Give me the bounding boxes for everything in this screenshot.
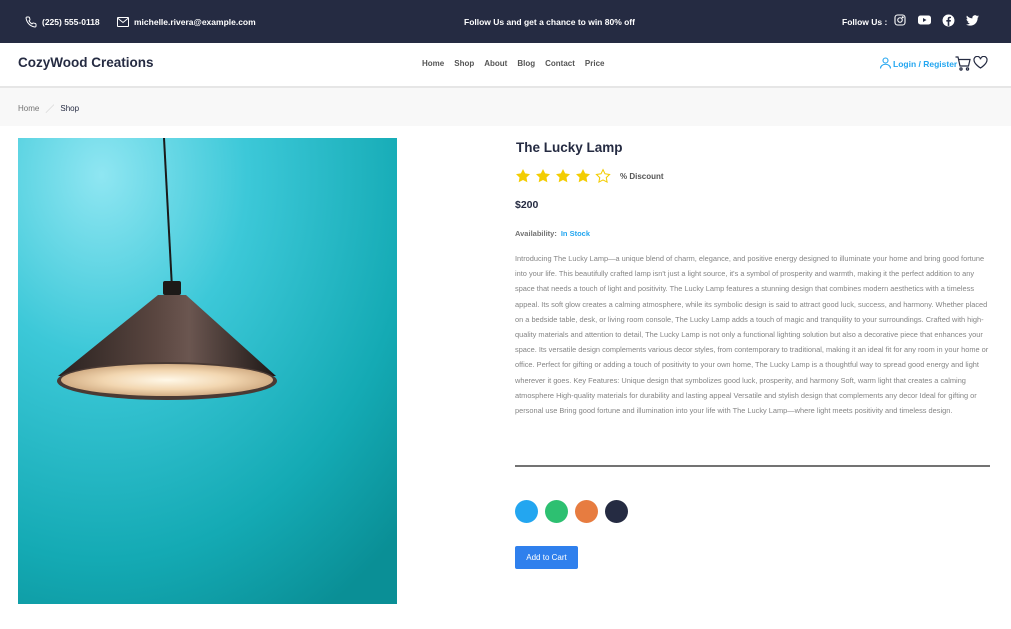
availability-label: Availability: <box>515 229 557 238</box>
nav-item-home[interactable]: Home <box>422 59 444 68</box>
breadcrumb-home[interactable]: Home <box>18 104 39 113</box>
star-outline-icon <box>595 168 611 189</box>
product-image[interactable] <box>18 138 397 604</box>
login-register-label: Login / Register <box>893 59 958 69</box>
top-bar: (225) 555-0118 michelle.rivera@example.c… <box>0 0 1011 43</box>
breadcrumb-current: Shop <box>60 104 80 113</box>
nav-item-blog[interactable]: Blog <box>517 59 535 68</box>
navbar: CozyWood Creations Home Shop About Blog … <box>0 43 1011 88</box>
availability: Availability: In Stock <box>515 229 590 238</box>
mail-icon <box>117 16 134 27</box>
user-icon <box>879 57 893 71</box>
star-filled-icon <box>575 168 591 189</box>
cart-icon[interactable] <box>955 56 971 76</box>
divider <box>515 465 990 467</box>
facebook-icon[interactable] <box>941 13 955 27</box>
discount-label: % Discount <box>620 172 664 181</box>
nav-item-shop[interactable]: Shop <box>454 59 474 68</box>
star-filled-icon <box>515 168 531 189</box>
breadcrumb: Home ／ Shop <box>18 102 79 115</box>
login-register-link[interactable]: Login / Register <box>879 57 958 71</box>
phone-number: (225) 555-0118 <box>42 16 100 27</box>
star-filled-icon <box>555 168 571 189</box>
brand-logo[interactable]: CozyWood Creations <box>18 55 154 70</box>
heart-icon[interactable] <box>973 55 988 74</box>
product-description: Introducing The Lucky Lamp—a unique blen… <box>515 254 989 416</box>
youtube-icon[interactable] <box>917 13 931 27</box>
email-address: michelle.rivera@example.com <box>134 16 256 27</box>
color-swatch-orange[interactable] <box>575 500 598 523</box>
phone-contact[interactable]: (225) 555-0118 <box>25 0 100 43</box>
color-swatch-blue[interactable] <box>515 500 538 523</box>
rating-stars <box>515 168 611 189</box>
product-price: $200 <box>515 199 539 211</box>
email-contact[interactable]: michelle.rivera@example.com <box>117 0 256 43</box>
pendant-lamp-image <box>18 138 397 604</box>
add-to-cart-button[interactable]: Add to Cart <box>515 546 578 569</box>
star-filled-icon <box>535 168 551 189</box>
nav-item-price[interactable]: Price <box>585 59 605 68</box>
promo-text: Follow Us and get a chance to win 80% of… <box>464 16 635 27</box>
nav-item-contact[interactable]: Contact <box>545 59 575 68</box>
color-swatches <box>515 500 628 523</box>
twitter-icon[interactable] <box>965 13 979 27</box>
follow-us-label: Follow Us : <box>842 16 888 27</box>
phone-icon <box>25 15 42 28</box>
color-swatch-green[interactable] <box>545 500 568 523</box>
product-title: The Lucky Lamp <box>516 140 623 155</box>
breadcrumb-bar: Home ／ Shop <box>0 88 1011 126</box>
main-menu: Home Shop About Blog Contact Price <box>422 59 604 68</box>
nav-item-about[interactable]: About <box>484 59 507 68</box>
instagram-icon[interactable] <box>893 13 907 27</box>
availability-status: In Stock <box>560 229 591 238</box>
breadcrumb-separator: ／ <box>45 104 55 114</box>
color-swatch-navy[interactable] <box>605 500 628 523</box>
